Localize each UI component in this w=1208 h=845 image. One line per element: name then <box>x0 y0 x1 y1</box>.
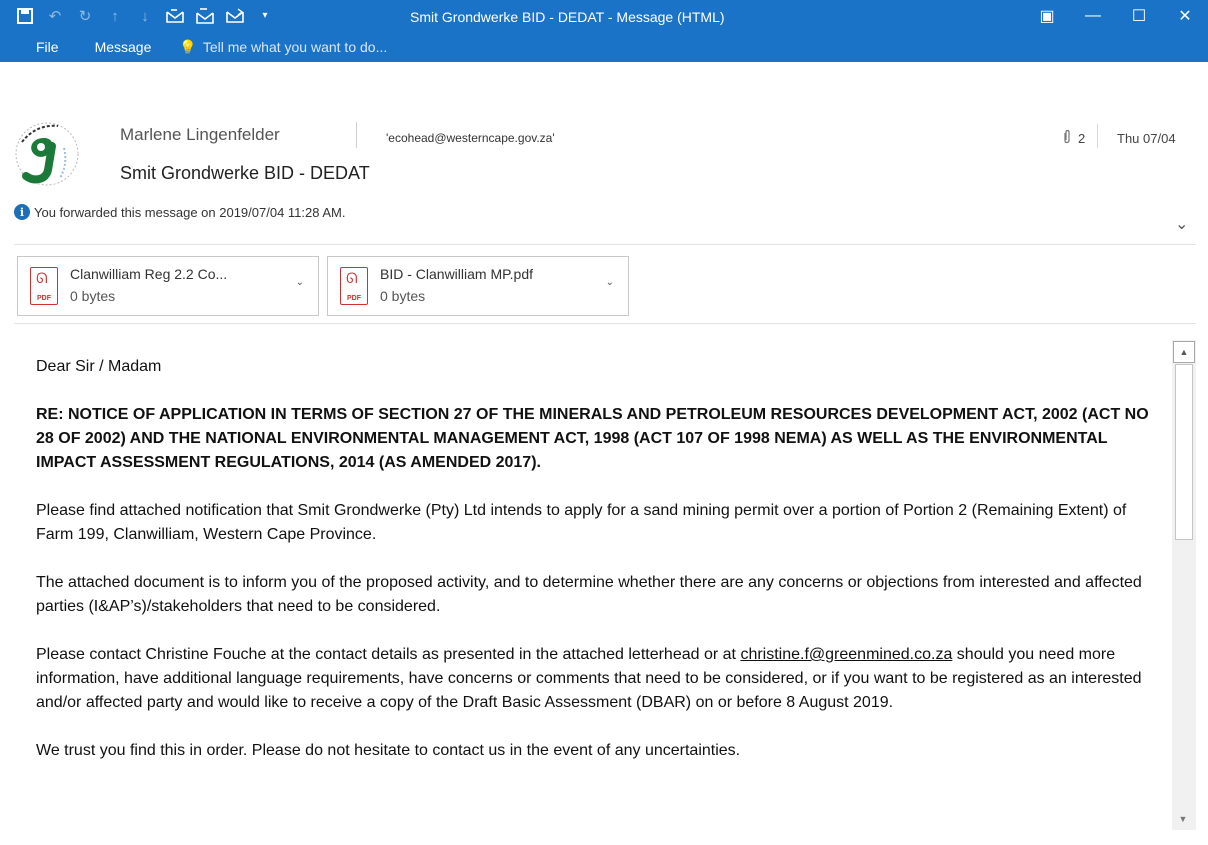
undo-icon[interactable]: ↶ <box>44 6 66 26</box>
reply-icon[interactable] <box>164 6 186 26</box>
tell-me-box[interactable]: 💡 Tell me what you want to do... <box>169 39 387 56</box>
message-body: Dear Sir / Madam RE: NOTICE OF APPLICATI… <box>36 355 1161 830</box>
header-divider <box>356 122 357 148</box>
quick-access-toolbar: ↶ ↻ ↑ ↓ ▾ <box>14 6 284 26</box>
close-button[interactable]: ✕ <box>1162 0 1208 32</box>
scroll-down-arrow-icon[interactable]: ▼ <box>1173 809 1193 829</box>
attachment-dropdown-icon[interactable]: ⌄ <box>296 277 304 288</box>
next-item-icon[interactable]: ↓ <box>134 6 156 26</box>
attachment-size: 0 bytes <box>380 288 426 304</box>
reply-all-icon[interactable] <box>194 6 216 26</box>
body-paragraph-3: Please contact Christine Fouche at the c… <box>36 643 1161 715</box>
message-subject: Smit Grondwerke BID - DEDAT <box>120 163 370 183</box>
pdf-icon: ᘏ PDF <box>340 267 368 305</box>
body-paragraph-3-pre: Please contact Christine Fouche at the c… <box>36 646 741 663</box>
info-icon: i <box>14 204 30 220</box>
scrollbar-thumb[interactable] <box>1175 364 1193 540</box>
title-bar: ↶ ↻ ↑ ↓ ▾ Smit Grondwerke BID - DEDAT - … <box>0 0 1208 62</box>
attachment-dropdown-icon[interactable]: ⌄ <box>606 277 614 288</box>
body-paragraph-2: The attached document is to inform you o… <box>36 574 1142 615</box>
attachment-count-value: 2 <box>1078 131 1086 146</box>
header-divider-2 <box>1097 124 1098 148</box>
ribbon-display-options-icon[interactable]: ▣ <box>1024 0 1070 32</box>
minimize-button[interactable]: — <box>1070 0 1116 32</box>
tell-me-text: Tell me what you want to do... <box>202 39 388 55</box>
title-row: ↶ ↻ ↑ ↓ ▾ Smit Grondwerke BID - DEDAT - … <box>0 0 1208 32</box>
acrobat-icon: ᘏ <box>346 270 358 286</box>
pdf-icon: ᘏ PDF <box>30 267 58 305</box>
maximize-button[interactable]: ☐ <box>1116 0 1162 32</box>
attachment-item[interactable]: ᘏ PDF Clanwilliam Reg 2.2 Co... 0 bytes … <box>17 256 319 316</box>
forward-info-bar[interactable]: i You forwarded this message on 2019/07/… <box>14 204 346 220</box>
tab-message[interactable]: Message <box>77 32 170 62</box>
attachment-size: 0 bytes <box>70 288 116 304</box>
body-paragraph-1: Please find attached notification that S… <box>36 502 1127 543</box>
attachment-item[interactable]: ᘏ PDF BID - Clanwilliam MP.pdf 0 bytes ⌄ <box>327 256 629 316</box>
expand-header-chevron-icon[interactable]: ⌄ <box>1175 214 1188 234</box>
forward-info-text: You forwarded this message on 2019/07/04… <box>34 204 346 220</box>
save-icon[interactable] <box>14 6 36 26</box>
window-controls: ▣ — ☐ ✕ <box>1024 0 1208 32</box>
sender-logo <box>14 118 80 190</box>
acrobat-icon: ᘏ <box>36 270 48 286</box>
vertical-scrollbar[interactable]: ▲ ▼ <box>1172 340 1196 830</box>
attachments-divider-line <box>14 323 1196 324</box>
email-link[interactable]: christine.f@greenmined.co.za <box>740 646 952 663</box>
tab-file[interactable]: File <box>0 32 77 62</box>
forward-icon[interactable] <box>224 6 246 26</box>
body-re-line: RE: NOTICE OF APPLICATION IN TERMS OF SE… <box>36 406 1149 471</box>
attachment-name: Clanwilliam Reg 2.2 Co... <box>70 266 228 282</box>
previous-item-icon[interactable]: ↑ <box>104 6 126 26</box>
attachment-count: 2 <box>1062 129 1085 148</box>
sender-name[interactable]: Marlene Lingenfelder <box>120 125 280 145</box>
redo-icon[interactable]: ↻ <box>74 6 96 26</box>
ribbon-tabs: File Message 💡 Tell me what you want to … <box>0 32 387 62</box>
body-paragraph-4: We trust you find this in order. Please … <box>36 742 741 759</box>
scroll-up-arrow-icon[interactable]: ▲ <box>1173 341 1195 363</box>
lightbulb-icon: 💡 <box>179 38 197 55</box>
body-greeting: Dear Sir / Madam <box>36 358 162 375</box>
header-divider-line <box>14 244 1196 245</box>
customize-qat-icon[interactable]: ▾ <box>254 6 276 26</box>
recipient-email[interactable]: 'ecohead@westerncape.gov.za' <box>386 131 555 145</box>
window-title: Smit Grondwerke BID - DEDAT - Message (H… <box>410 9 725 25</box>
message-date: Thu 07/04 <box>1117 131 1176 146</box>
attachment-name: BID - Clanwilliam MP.pdf <box>380 266 534 282</box>
paperclip-icon <box>1062 129 1072 148</box>
